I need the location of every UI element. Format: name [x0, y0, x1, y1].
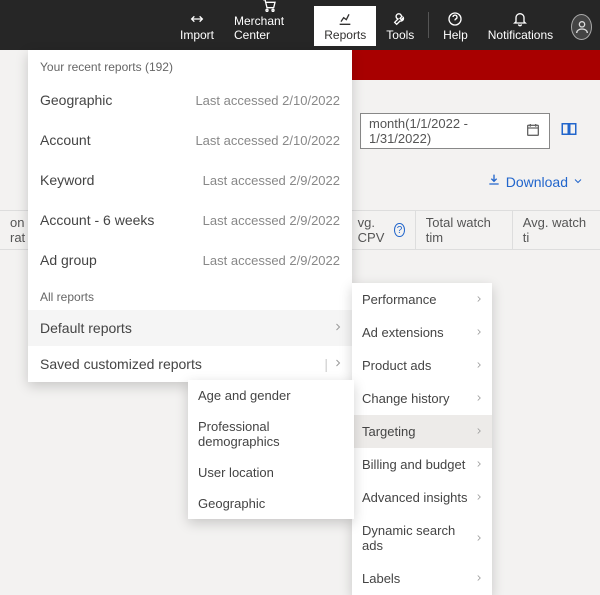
col-avg-cpv[interactable]: vg. CPV?	[348, 211, 416, 249]
chevron-right-icon	[332, 320, 344, 336]
targeting-items-flyout: Age and gender Professional demographics…	[188, 380, 354, 519]
download-button[interactable]: Download	[486, 172, 584, 191]
nav-help-label: Help	[443, 28, 468, 42]
nav-tools-label: Tools	[386, 28, 414, 42]
nav-import-label: Import	[180, 28, 214, 42]
chevron-right-icon	[474, 490, 484, 505]
recent-report-item[interactable]: Account - 6 weeks Last accessed 2/9/2022	[28, 200, 352, 240]
chevron-right-icon	[474, 358, 484, 373]
chevron-right-icon	[474, 457, 484, 472]
bell-icon	[512, 10, 528, 28]
person-icon	[574, 19, 590, 35]
category-item-change-history[interactable]: Change history	[352, 382, 492, 415]
category-item-product-ads[interactable]: Product ads	[352, 349, 492, 382]
download-icon	[486, 172, 502, 191]
targeting-item-professional-demographics[interactable]: Professional demographics	[188, 411, 354, 457]
nav-import[interactable]: Import	[170, 6, 224, 46]
recent-report-item[interactable]: Ad group Last accessed 2/9/2022	[28, 240, 352, 280]
saved-reports-row[interactable]: Saved customized reports |	[28, 346, 352, 382]
nav-merchant-label: Merchant Center	[234, 14, 304, 42]
category-item-dynamic-search-ads[interactable]: Dynamic search ads	[352, 514, 492, 562]
calendar-icon	[525, 122, 541, 141]
chevron-right-icon	[474, 424, 484, 439]
chevron-right-icon	[332, 356, 344, 372]
recent-reports-header: Your recent reports (192)	[28, 50, 352, 80]
targeting-item-age-gender[interactable]: Age and gender	[188, 380, 354, 411]
reports-dropdown: Your recent reports (192) Geographic Las…	[28, 50, 352, 382]
recent-report-item[interactable]: Geographic Last accessed 2/10/2022	[28, 80, 352, 120]
info-icon[interactable]: ?	[394, 223, 404, 237]
all-reports-header: All reports	[28, 280, 352, 310]
category-item-advanced-insights[interactable]: Advanced insights	[352, 481, 492, 514]
wrench-icon	[392, 10, 408, 28]
chevron-right-icon	[474, 531, 484, 546]
date-range-text: month(1/1/2022 - 1/31/2022)	[369, 116, 525, 146]
cart-icon	[261, 0, 277, 14]
nav-tools[interactable]: Tools	[376, 6, 424, 46]
help-icon	[447, 10, 463, 28]
nav-reports[interactable]: Reports	[314, 6, 376, 46]
import-icon	[189, 10, 205, 28]
targeting-item-geographic[interactable]: Geographic	[188, 488, 354, 519]
recent-report-item[interactable]: Account Last accessed 2/10/2022	[28, 120, 352, 160]
category-item-billing[interactable]: Billing and budget	[352, 448, 492, 481]
chevron-right-icon	[474, 391, 484, 406]
nav-reports-label: Reports	[324, 28, 366, 42]
report-categories-flyout: Performance Ad extensions Product ads Ch…	[352, 283, 492, 595]
avatar[interactable]	[571, 14, 592, 40]
category-item-ad-extensions[interactable]: Ad extensions	[352, 316, 492, 349]
category-item-labels[interactable]: Labels	[352, 562, 492, 595]
targeting-item-user-location[interactable]: User location	[188, 457, 354, 488]
category-item-targeting[interactable]: Targeting	[352, 415, 492, 448]
recent-report-item[interactable]: Keyword Last accessed 2/9/2022	[28, 160, 352, 200]
nav-merchant-center[interactable]: Merchant Center	[224, 0, 314, 46]
col-total-watch-time[interactable]: Total watch tim	[416, 211, 513, 249]
chevron-right-icon	[474, 292, 484, 307]
chevron-right-icon	[474, 325, 484, 340]
top-nav: Import Merchant Center Reports Tools Hel…	[0, 0, 600, 50]
chevron-right-icon	[474, 571, 484, 586]
divider-icon: |	[324, 356, 328, 372]
nav-notifications[interactable]: Notifications	[478, 6, 563, 46]
nav-notifications-label: Notifications	[488, 28, 553, 42]
nav-help[interactable]: Help	[433, 6, 478, 46]
category-item-performance[interactable]: Performance	[352, 283, 492, 316]
col-avg-watch-time[interactable]: Avg. watch ti	[513, 211, 600, 249]
chart-icon	[337, 10, 353, 28]
default-reports-row[interactable]: Default reports	[28, 310, 352, 346]
download-label: Download	[506, 174, 568, 190]
chevron-down-icon	[572, 174, 584, 190]
date-range-picker[interactable]: month(1/1/2022 - 1/31/2022)	[360, 113, 550, 149]
compare-icon[interactable]	[560, 120, 578, 143]
nav-separator	[428, 12, 429, 38]
